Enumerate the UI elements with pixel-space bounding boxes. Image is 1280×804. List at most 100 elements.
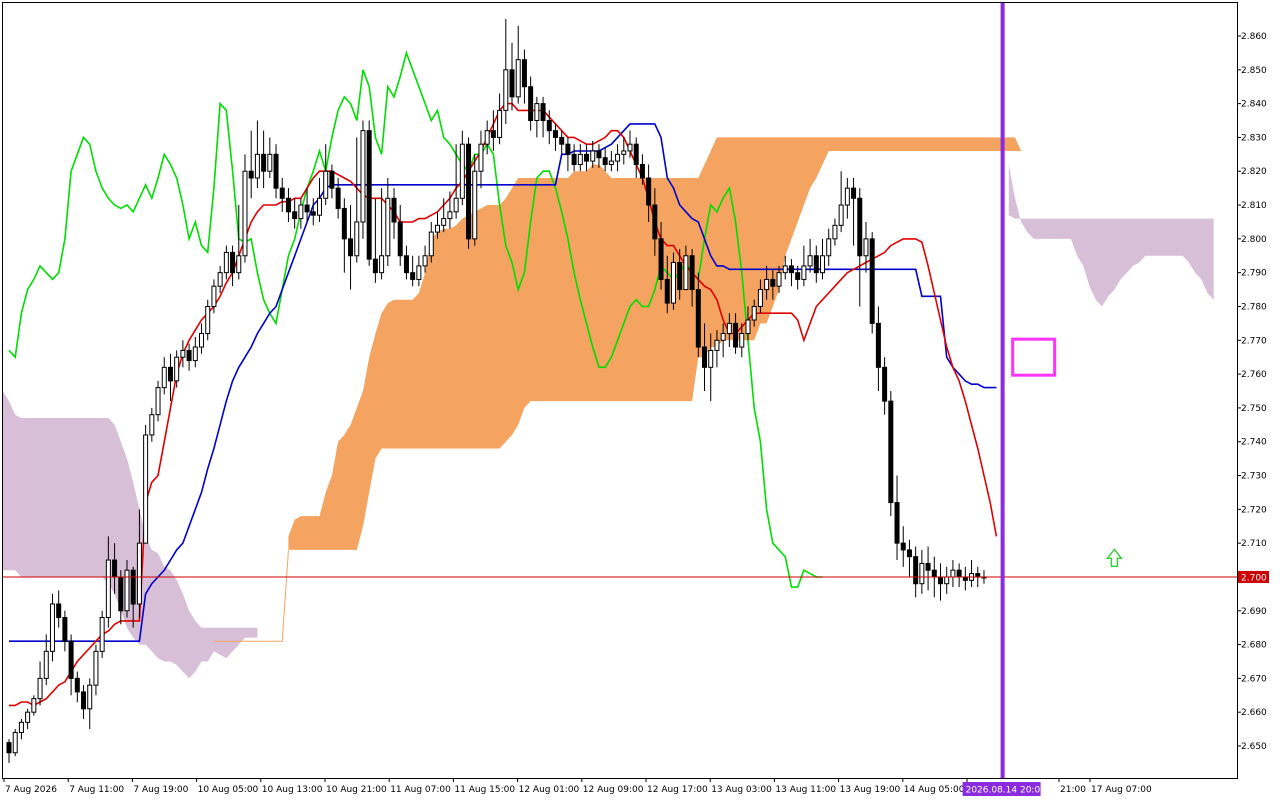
price-tick-label: 2.740 bbox=[1241, 438, 1267, 448]
candle-body bbox=[428, 231, 434, 257]
chart-window[interactable]: 2.650 2.660 2.670 2.680 2.690 2.700 2.710 2.720… bbox=[0, 0, 1280, 800]
candle-body bbox=[515, 59, 521, 98]
candle-body bbox=[826, 238, 832, 257]
candle-body bbox=[223, 251, 229, 274]
candle-body bbox=[416, 265, 422, 280]
candle-body bbox=[720, 333, 726, 341]
candle-body bbox=[385, 197, 391, 257]
candle-body bbox=[521, 59, 527, 88]
candle-body bbox=[205, 305, 211, 335]
candle[interactable] bbox=[12, 729, 18, 757]
candle-body bbox=[956, 569, 962, 578]
candle-body bbox=[813, 255, 819, 274]
candle-body bbox=[217, 272, 223, 287]
candle[interactable] bbox=[360, 120, 366, 239]
price-tick-label: 2.680 bbox=[1241, 641, 1267, 651]
time-tick-label: 13 Aug 03:00 bbox=[711, 785, 772, 795]
candle[interactable] bbox=[31, 695, 37, 716]
candle-body bbox=[130, 569, 136, 605]
candle-body bbox=[279, 187, 285, 199]
candle[interactable] bbox=[888, 391, 894, 517]
candle[interactable] bbox=[143, 424, 149, 544]
candle-body bbox=[739, 333, 745, 348]
candle-body bbox=[931, 569, 937, 578]
candle-body bbox=[143, 434, 149, 544]
candle-body bbox=[354, 221, 360, 257]
candle-body bbox=[925, 562, 931, 571]
price-tick-label: 2.760 bbox=[1241, 370, 1267, 380]
time-tick-label: 17 Aug 07:00 bbox=[1091, 785, 1152, 795]
candle-body bbox=[410, 272, 416, 280]
candle-body bbox=[888, 400, 894, 504]
time-tick-label: 14 Aug 05:00 bbox=[904, 785, 965, 795]
price-tick-label: 2.800 bbox=[1241, 235, 1267, 245]
candle[interactable] bbox=[99, 610, 105, 659]
candle-body bbox=[459, 143, 465, 199]
candle-body bbox=[466, 143, 472, 240]
candle-body bbox=[844, 187, 850, 206]
time-tick-label: 11 Aug 07:00 bbox=[390, 785, 451, 795]
time-tick-label: 7 Aug 11:00 bbox=[69, 785, 124, 795]
candle-body bbox=[590, 150, 596, 162]
candle-body bbox=[304, 204, 310, 213]
candle-body bbox=[664, 278, 670, 304]
price-tick-label: 2.670 bbox=[1241, 674, 1267, 684]
price-tick-label: 2.660 bbox=[1241, 708, 1267, 718]
candle-body bbox=[317, 197, 322, 216]
time-tick-label: 10 Aug 21:00 bbox=[326, 785, 387, 795]
candle-body bbox=[633, 143, 639, 165]
candle-body bbox=[801, 265, 807, 280]
candle-body bbox=[242, 170, 248, 257]
candle-body bbox=[167, 366, 173, 382]
candle-body bbox=[6, 742, 12, 754]
candle-body bbox=[56, 603, 62, 619]
candle-body bbox=[552, 130, 558, 138]
candle-body bbox=[453, 197, 459, 213]
candle-body bbox=[882, 366, 888, 402]
candle-body bbox=[900, 542, 906, 551]
candle-body bbox=[869, 238, 875, 324]
candle-body bbox=[906, 549, 912, 558]
candle-body bbox=[484, 130, 490, 145]
candle-body bbox=[199, 333, 205, 348]
candle[interactable] bbox=[49, 593, 55, 662]
candle-body bbox=[584, 153, 590, 162]
candle-body bbox=[285, 197, 291, 213]
candle[interactable] bbox=[869, 232, 875, 334]
candle-body bbox=[745, 319, 751, 335]
candle-body bbox=[503, 69, 509, 111]
price-tick-label: 2.840 bbox=[1241, 100, 1267, 110]
candle-body bbox=[174, 356, 180, 382]
time-tick-label: 7 Aug 19:00 bbox=[133, 785, 188, 795]
time-tick-label: 7 Aug 2026 bbox=[5, 785, 57, 795]
candle-body bbox=[68, 640, 74, 679]
candle-body bbox=[627, 143, 633, 152]
candle-body bbox=[310, 211, 316, 216]
candle[interactable] bbox=[466, 137, 472, 249]
candle-body bbox=[820, 255, 826, 274]
candle-body bbox=[875, 322, 881, 368]
candle-body bbox=[161, 366, 167, 389]
candle-body bbox=[31, 698, 37, 713]
ichimoku-chart[interactable]: 2.650 2.660 2.670 2.680 2.690 2.700 2.710 2.720… bbox=[0, 0, 1280, 800]
time-tick-label: 12 Aug 01:00 bbox=[519, 785, 580, 795]
candle-body bbox=[702, 346, 708, 368]
candle-body bbox=[261, 153, 267, 172]
candle-body bbox=[105, 559, 111, 619]
candle[interactable] bbox=[366, 120, 372, 266]
candle-body bbox=[695, 289, 701, 348]
candle-body bbox=[534, 103, 540, 122]
candle-body bbox=[155, 387, 161, 416]
candle-body bbox=[944, 576, 950, 585]
candle-body bbox=[615, 153, 621, 162]
candle-body bbox=[509, 69, 515, 98]
candle-body bbox=[919, 562, 925, 585]
candle-body bbox=[434, 224, 440, 233]
candle-body bbox=[348, 238, 354, 257]
candle-body bbox=[372, 258, 378, 274]
price-tick-label: 2.790 bbox=[1241, 269, 1267, 279]
candle-body bbox=[726, 322, 732, 335]
candle-body bbox=[267, 153, 273, 172]
price-tick-label: 2.850 bbox=[1241, 66, 1267, 76]
candle-body bbox=[37, 677, 43, 700]
